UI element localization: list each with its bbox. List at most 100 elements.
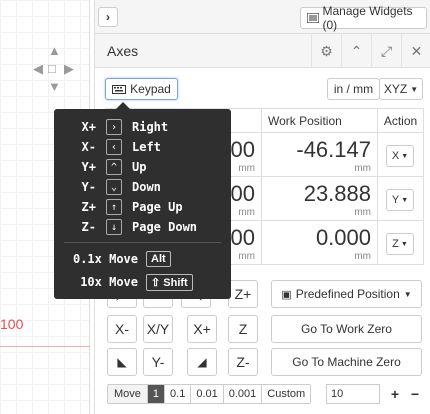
jog-x-plus-label: X+ <box>193 321 211 337</box>
right-arrow-key-icon: › <box>106 119 122 135</box>
up-arrow-key-icon: ^ <box>106 159 122 175</box>
step-decrease-button[interactable]: − <box>405 384 425 404</box>
unit-label: mm <box>354 163 371 174</box>
chevron-right-icon: › <box>106 10 110 24</box>
arrow-down-left-icon: ◣ <box>117 355 127 369</box>
keypad-button[interactable]: Keypad <box>105 78 178 100</box>
jog-z-plus-button[interactable]: Z+ <box>228 280 258 308</box>
predefined-position-label: Predefined Position <box>295 287 400 301</box>
step-option-0-1[interactable]: 0.1 <box>165 385 192 403</box>
jog-xy-button[interactable]: X/Y <box>143 315 173 343</box>
jog-x-plus-y-minus-button[interactable]: ◢ <box>187 348 217 376</box>
units-label: in / mm <box>333 82 374 96</box>
nav-center-icon[interactable]: □ <box>48 62 56 75</box>
axis-action-dropdown[interactable]: X ▼ <box>386 145 414 167</box>
axis-tick-label: 100 <box>0 316 24 332</box>
jog-z-button[interactable]: Z <box>228 315 258 343</box>
axis-action-dropdown[interactable]: Z ▼ <box>386 233 414 255</box>
go-to-machine-zero-label: Go To Machine Zero <box>292 355 401 369</box>
jog-z-label: Z <box>238 321 248 337</box>
nav-right-icon[interactable]: ▶ <box>64 62 74 75</box>
shortcut-axis: X+ <box>81 120 96 134</box>
manage-widgets-label: Manage Widgets (0) <box>322 4 413 32</box>
page-up-key-icon: ↑ <box>106 199 122 215</box>
jog-z-minus-button[interactable]: Z- <box>228 348 258 376</box>
shortcut-label: Right <box>132 120 169 134</box>
jog-x-minus-y-minus-button[interactable]: ◣ <box>107 348 137 376</box>
alt-key-badge: Alt <box>146 251 171 267</box>
unit-label: mm <box>238 251 255 262</box>
work-position-header: Work Position <box>261 108 378 133</box>
jog-x-minus-label: X- <box>115 321 129 337</box>
shortcut-axis: Y+ <box>81 160 96 174</box>
shortcut-label: Left <box>132 140 161 154</box>
jog-xy-label: X/Y <box>146 321 170 337</box>
modifier-row: 0.1x Move Alt <box>54 249 171 269</box>
modifier-row: 10x Move ⇧ Shift <box>54 272 193 292</box>
axes-widget-header: Axes ⚙ ⌃ ⤢ ✕ <box>95 34 430 68</box>
expand-panel-button[interactable]: › <box>98 7 118 27</box>
jog-x-minus-button[interactable]: X- <box>107 315 137 343</box>
step-option-0-01[interactable]: 0.01 <box>191 385 224 403</box>
shortcut-row: Z- ↓ Page Down <box>54 218 197 236</box>
step-custom-label[interactable]: Custom <box>262 385 311 403</box>
gear-icon[interactable]: ⚙ <box>311 34 341 68</box>
shortcut-label: Page Up <box>132 200 183 214</box>
go-to-machine-zero-button[interactable]: Go To Machine Zero <box>271 348 422 376</box>
save-icon: ▣ <box>281 288 292 301</box>
keyboard-icon <box>112 84 127 94</box>
manage-widgets-button[interactable]: Manage Widgets (0) <box>300 4 427 32</box>
jog-z-plus-label: Z+ <box>234 286 252 302</box>
axis-action-label: Y <box>391 194 400 206</box>
shortcut-axis: Y- <box>81 180 96 194</box>
modifier-label: 10x Move <box>80 275 138 289</box>
step-option-1[interactable]: 1 <box>147 385 166 403</box>
jog-x-plus-button[interactable]: X+ <box>187 315 217 343</box>
shortcut-label: Page Down <box>132 220 198 234</box>
axis-action-label: Z <box>392 238 399 250</box>
shortcut-axis: X- <box>81 140 96 154</box>
collapse-icon[interactable]: ⌃ <box>341 34 371 68</box>
predefined-position-button[interactable]: ▣ Predefined Position ▼ <box>271 280 422 308</box>
go-to-work-zero-button[interactable]: Go To Work Zero <box>271 315 422 343</box>
shift-key-badge: ⇧ Shift <box>146 273 193 291</box>
shortcut-row: X- ‹ Left <box>54 138 161 156</box>
step-increase-button[interactable]: + <box>385 384 405 404</box>
go-to-work-zero-label: Go To Work Zero <box>301 322 392 336</box>
unit-label: mm <box>238 163 255 174</box>
units-toggle-button[interactable]: in / mm <box>327 78 380 100</box>
unit-label: mm <box>238 207 255 218</box>
action-header: Action <box>377 108 424 133</box>
nav-up-icon[interactable]: ▲ <box>48 44 61 57</box>
arrow-down-right-icon: ◢ <box>197 355 207 369</box>
close-icon[interactable]: ✕ <box>401 34 430 68</box>
keypad-shortcuts-popover: X+ › Right X- ‹ Left Y+ ^ Up Y- ⌄ Down Z… <box>54 102 231 299</box>
jog-y-minus-label: Y- <box>151 354 165 370</box>
axis-action-label: X <box>391 150 400 162</box>
list-icon <box>307 13 319 23</box>
view-navigation: ▲ ◀ □ ▶ ▼ <box>33 44 77 94</box>
work-position-value[interactable]: 23.888 <box>304 181 371 207</box>
step-option-0-001[interactable]: 0.001 <box>223 385 263 403</box>
shortcut-axis: Z+ <box>81 200 96 214</box>
axes-select-dropdown[interactable]: XYZ ▼ <box>379 78 423 100</box>
work-position-value[interactable]: -46.147 <box>296 137 371 163</box>
work-position-value[interactable]: 0.000 <box>316 225 371 251</box>
jog-y-minus-button[interactable]: Y- <box>143 348 173 376</box>
shortcut-row: Y+ ^ Up <box>54 158 146 176</box>
step-size-selector: Move 1 0.1 0.01 0.001 Custom <box>107 384 312 404</box>
axis-action-dropdown[interactable]: Y ▼ <box>386 189 414 211</box>
nav-left-icon[interactable]: ◀ <box>33 62 43 75</box>
nav-down-icon[interactable]: ▼ <box>48 80 61 93</box>
caret-down-icon: ▼ <box>410 84 419 94</box>
page-down-key-icon: ↓ <box>106 219 122 235</box>
caret-down-icon: ▼ <box>401 196 409 204</box>
move-label: Move <box>108 385 148 403</box>
axes-select-value: XYZ <box>383 82 408 96</box>
fullscreen-icon[interactable]: ⤢ <box>371 34 401 68</box>
down-arrow-key-icon: ⌄ <box>106 179 122 195</box>
shortcut-label: Up <box>132 160 147 174</box>
custom-step-input[interactable]: 10 <box>326 384 380 404</box>
shortcut-axis: Z- <box>81 220 96 234</box>
caret-down-icon: ▼ <box>400 240 408 248</box>
